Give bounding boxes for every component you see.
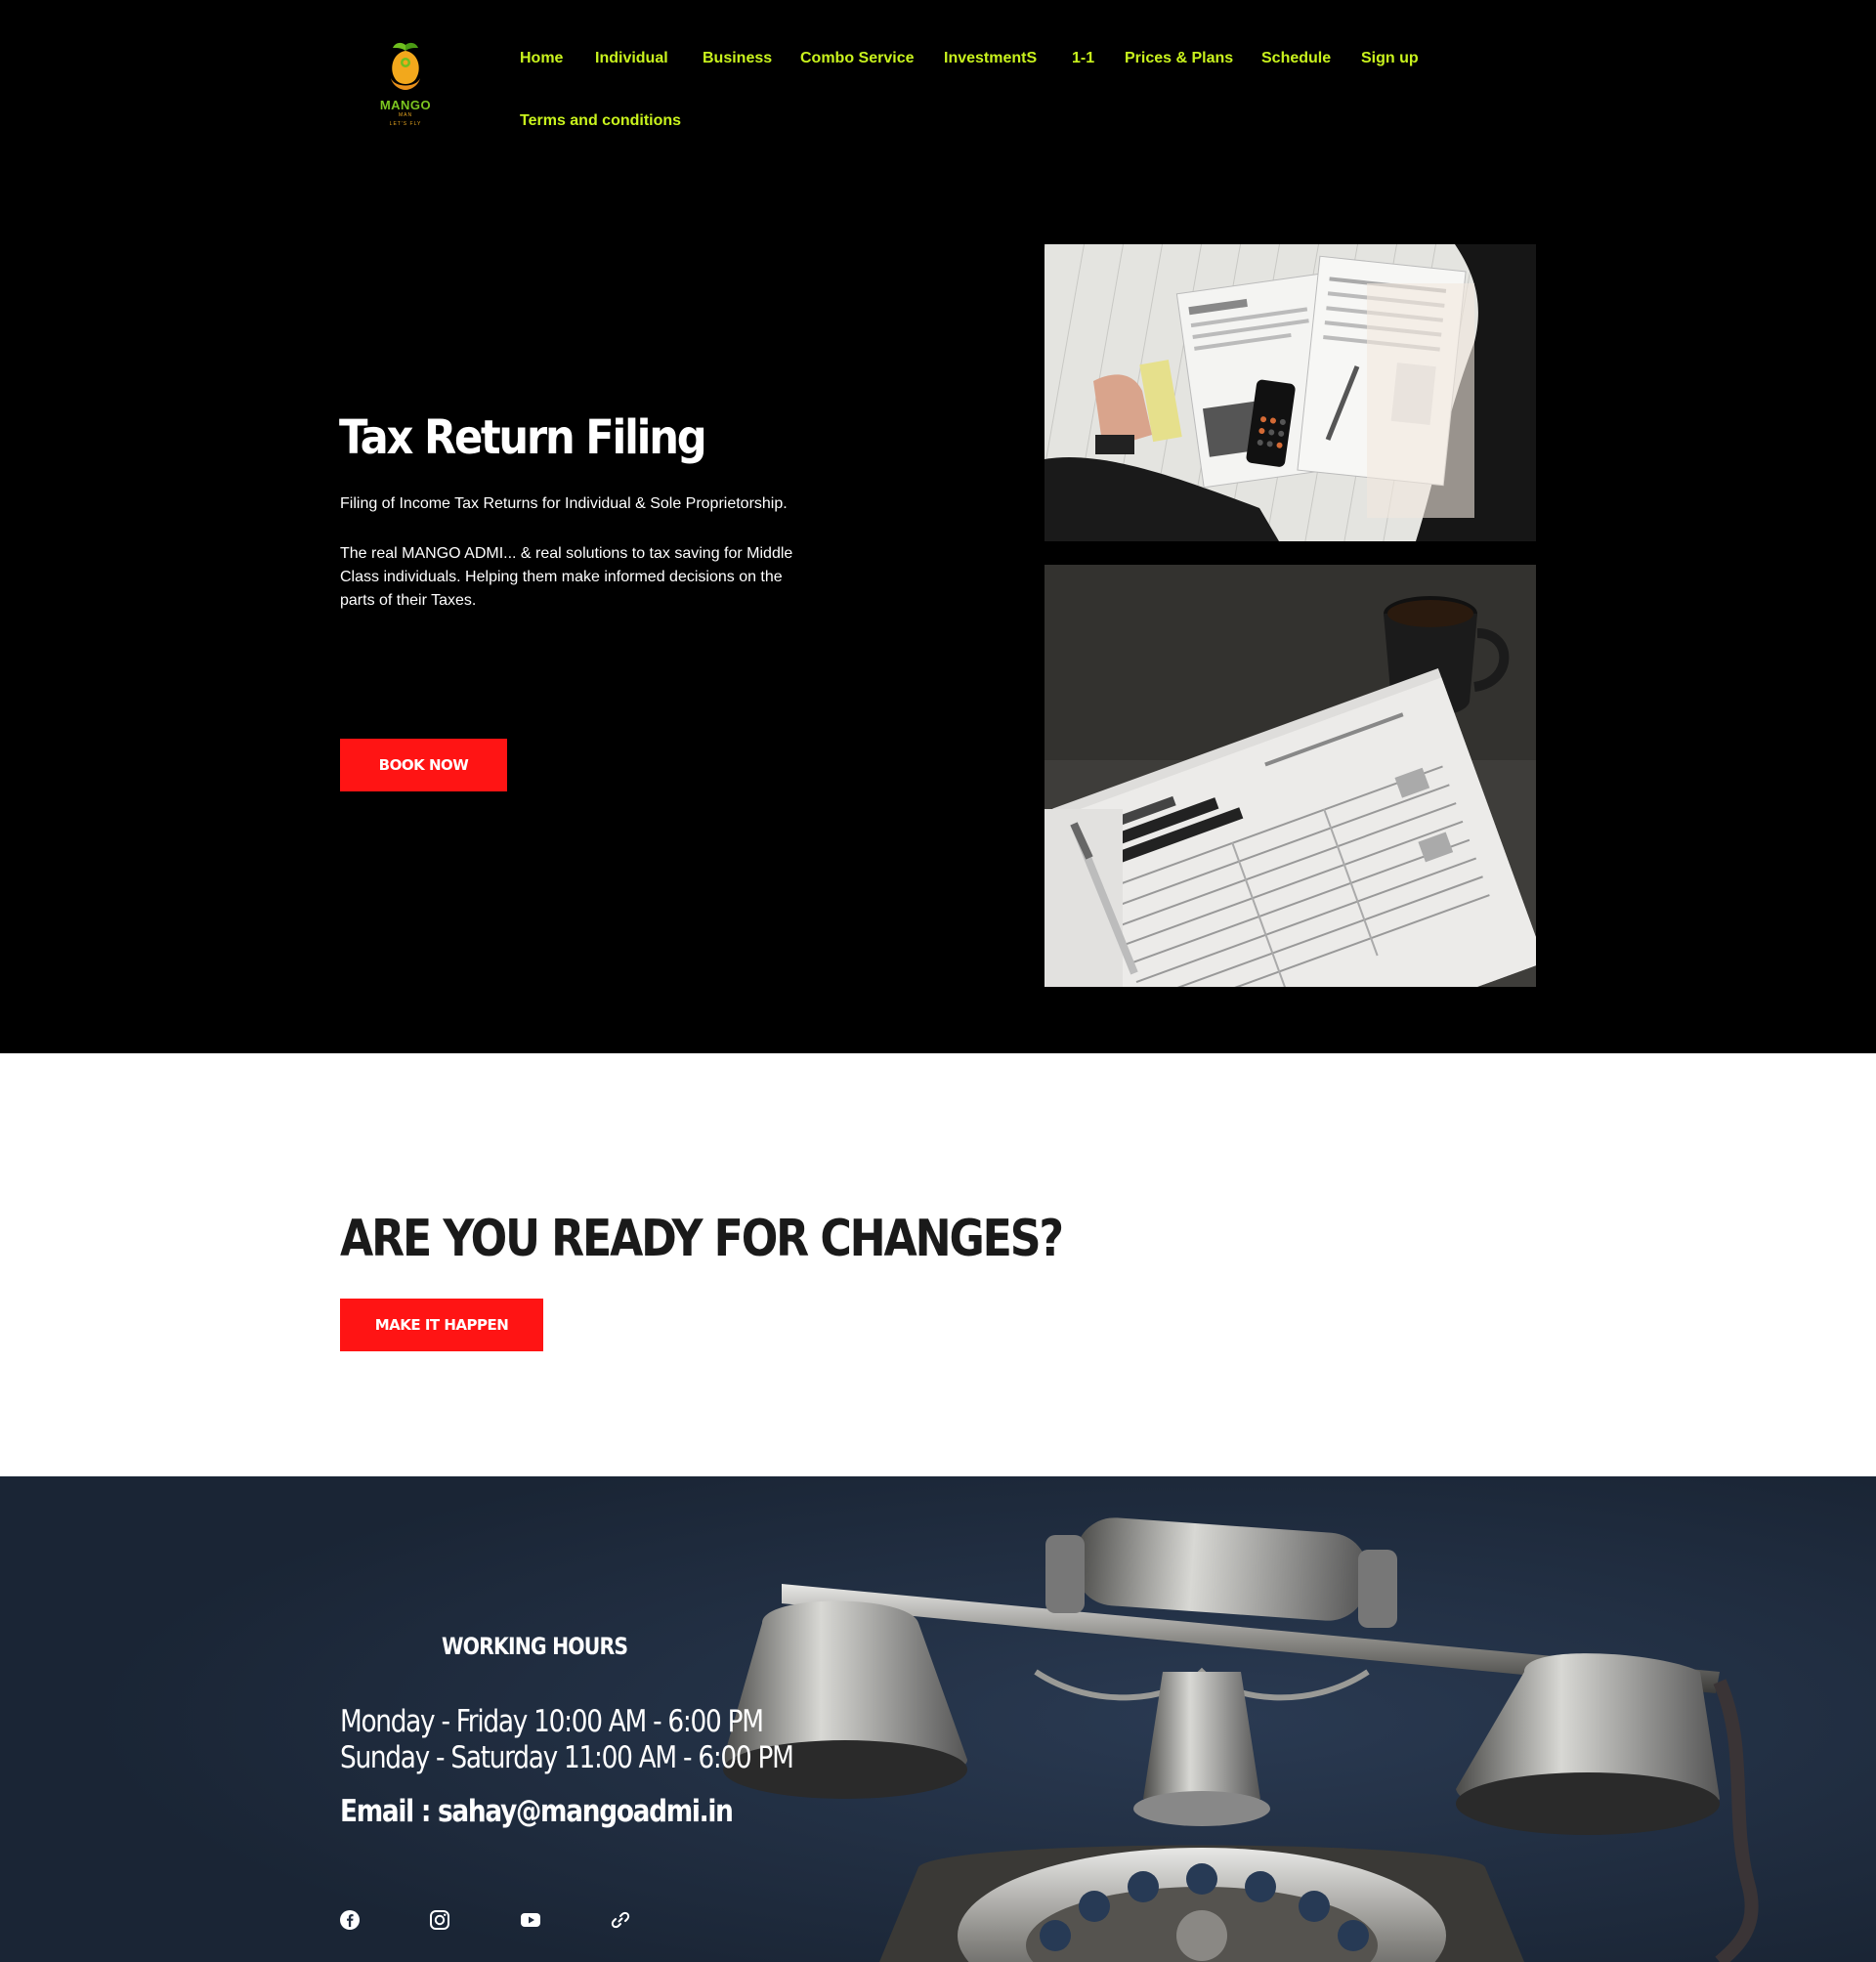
working-hours-title: WORKING HOURS	[442, 1633, 628, 1660]
brand-tagline: MAN	[398, 112, 413, 118]
tax-form-illustration	[1045, 565, 1536, 987]
book-now-button[interactable]: BOOK NOW	[340, 739, 507, 791]
hero-photo-tax-papers	[1045, 244, 1536, 541]
contact-email[interactable]: Email : sahay@mangoadmi.in	[340, 1794, 734, 1829]
nav-investments[interactable]: InvestmentS	[944, 50, 1037, 67]
hours-weekend: Sunday - Saturday 11:00 AM - 6:00 PM	[340, 1740, 794, 1775]
nav-terms[interactable]: Terms and conditions	[520, 112, 681, 130]
facebook-icon[interactable]	[339, 1909, 361, 1931]
cta-band: ARE YOU READY FOR CHANGES? MAKE IT HAPPE…	[0, 1053, 1876, 1476]
instagram-icon[interactable]	[429, 1909, 450, 1931]
nav-one-on-one[interactable]: 1-1	[1072, 50, 1094, 67]
nav-schedule[interactable]: Schedule	[1261, 50, 1331, 67]
nav-home[interactable]: Home	[520, 50, 563, 67]
brand-logo[interactable]: MANGO MAN LET'S FLY	[371, 39, 440, 137]
make-it-happen-button[interactable]: MAKE IT HAPPEN	[340, 1299, 543, 1351]
site-header: MANGO MAN LET'S FLY Home Individual Busi…	[0, 0, 1876, 176]
nav-prices-plans[interactable]: Prices & Plans	[1125, 50, 1233, 67]
youtube-icon[interactable]	[520, 1909, 541, 1931]
tax-papers-illustration	[1045, 244, 1536, 541]
brand-tagline-2: LET'S FLY	[389, 121, 422, 127]
hero-description: The real MANGO ADMI... & real solutions …	[340, 545, 793, 609]
nav-individual[interactable]: Individual	[595, 50, 668, 67]
hero-photo-tax-form	[1045, 565, 1536, 987]
link-icon[interactable]	[610, 1909, 631, 1931]
hero-subtitle: Filing of Income Tax Returns for Individ…	[340, 495, 788, 512]
mango-logo-icon	[391, 42, 420, 90]
nav-sign-up[interactable]: Sign up	[1361, 50, 1419, 67]
contact-section: WORKING HOURS Monday - Friday 10:00 AM -…	[0, 1476, 1876, 1962]
hours-weekday: Monday - Friday 10:00 AM - 6:00 PM	[340, 1704, 764, 1739]
brand-name: MANGO	[379, 98, 432, 112]
vintage-telephone-photo	[0, 1476, 1876, 1962]
hero-title: Tax Return Filing	[339, 410, 707, 465]
nav-business[interactable]: Business	[703, 50, 772, 67]
nav-combo-service[interactable]: Combo Service	[800, 50, 914, 67]
cta-title: ARE YOU READY FOR CHANGES?	[340, 1210, 1064, 1268]
